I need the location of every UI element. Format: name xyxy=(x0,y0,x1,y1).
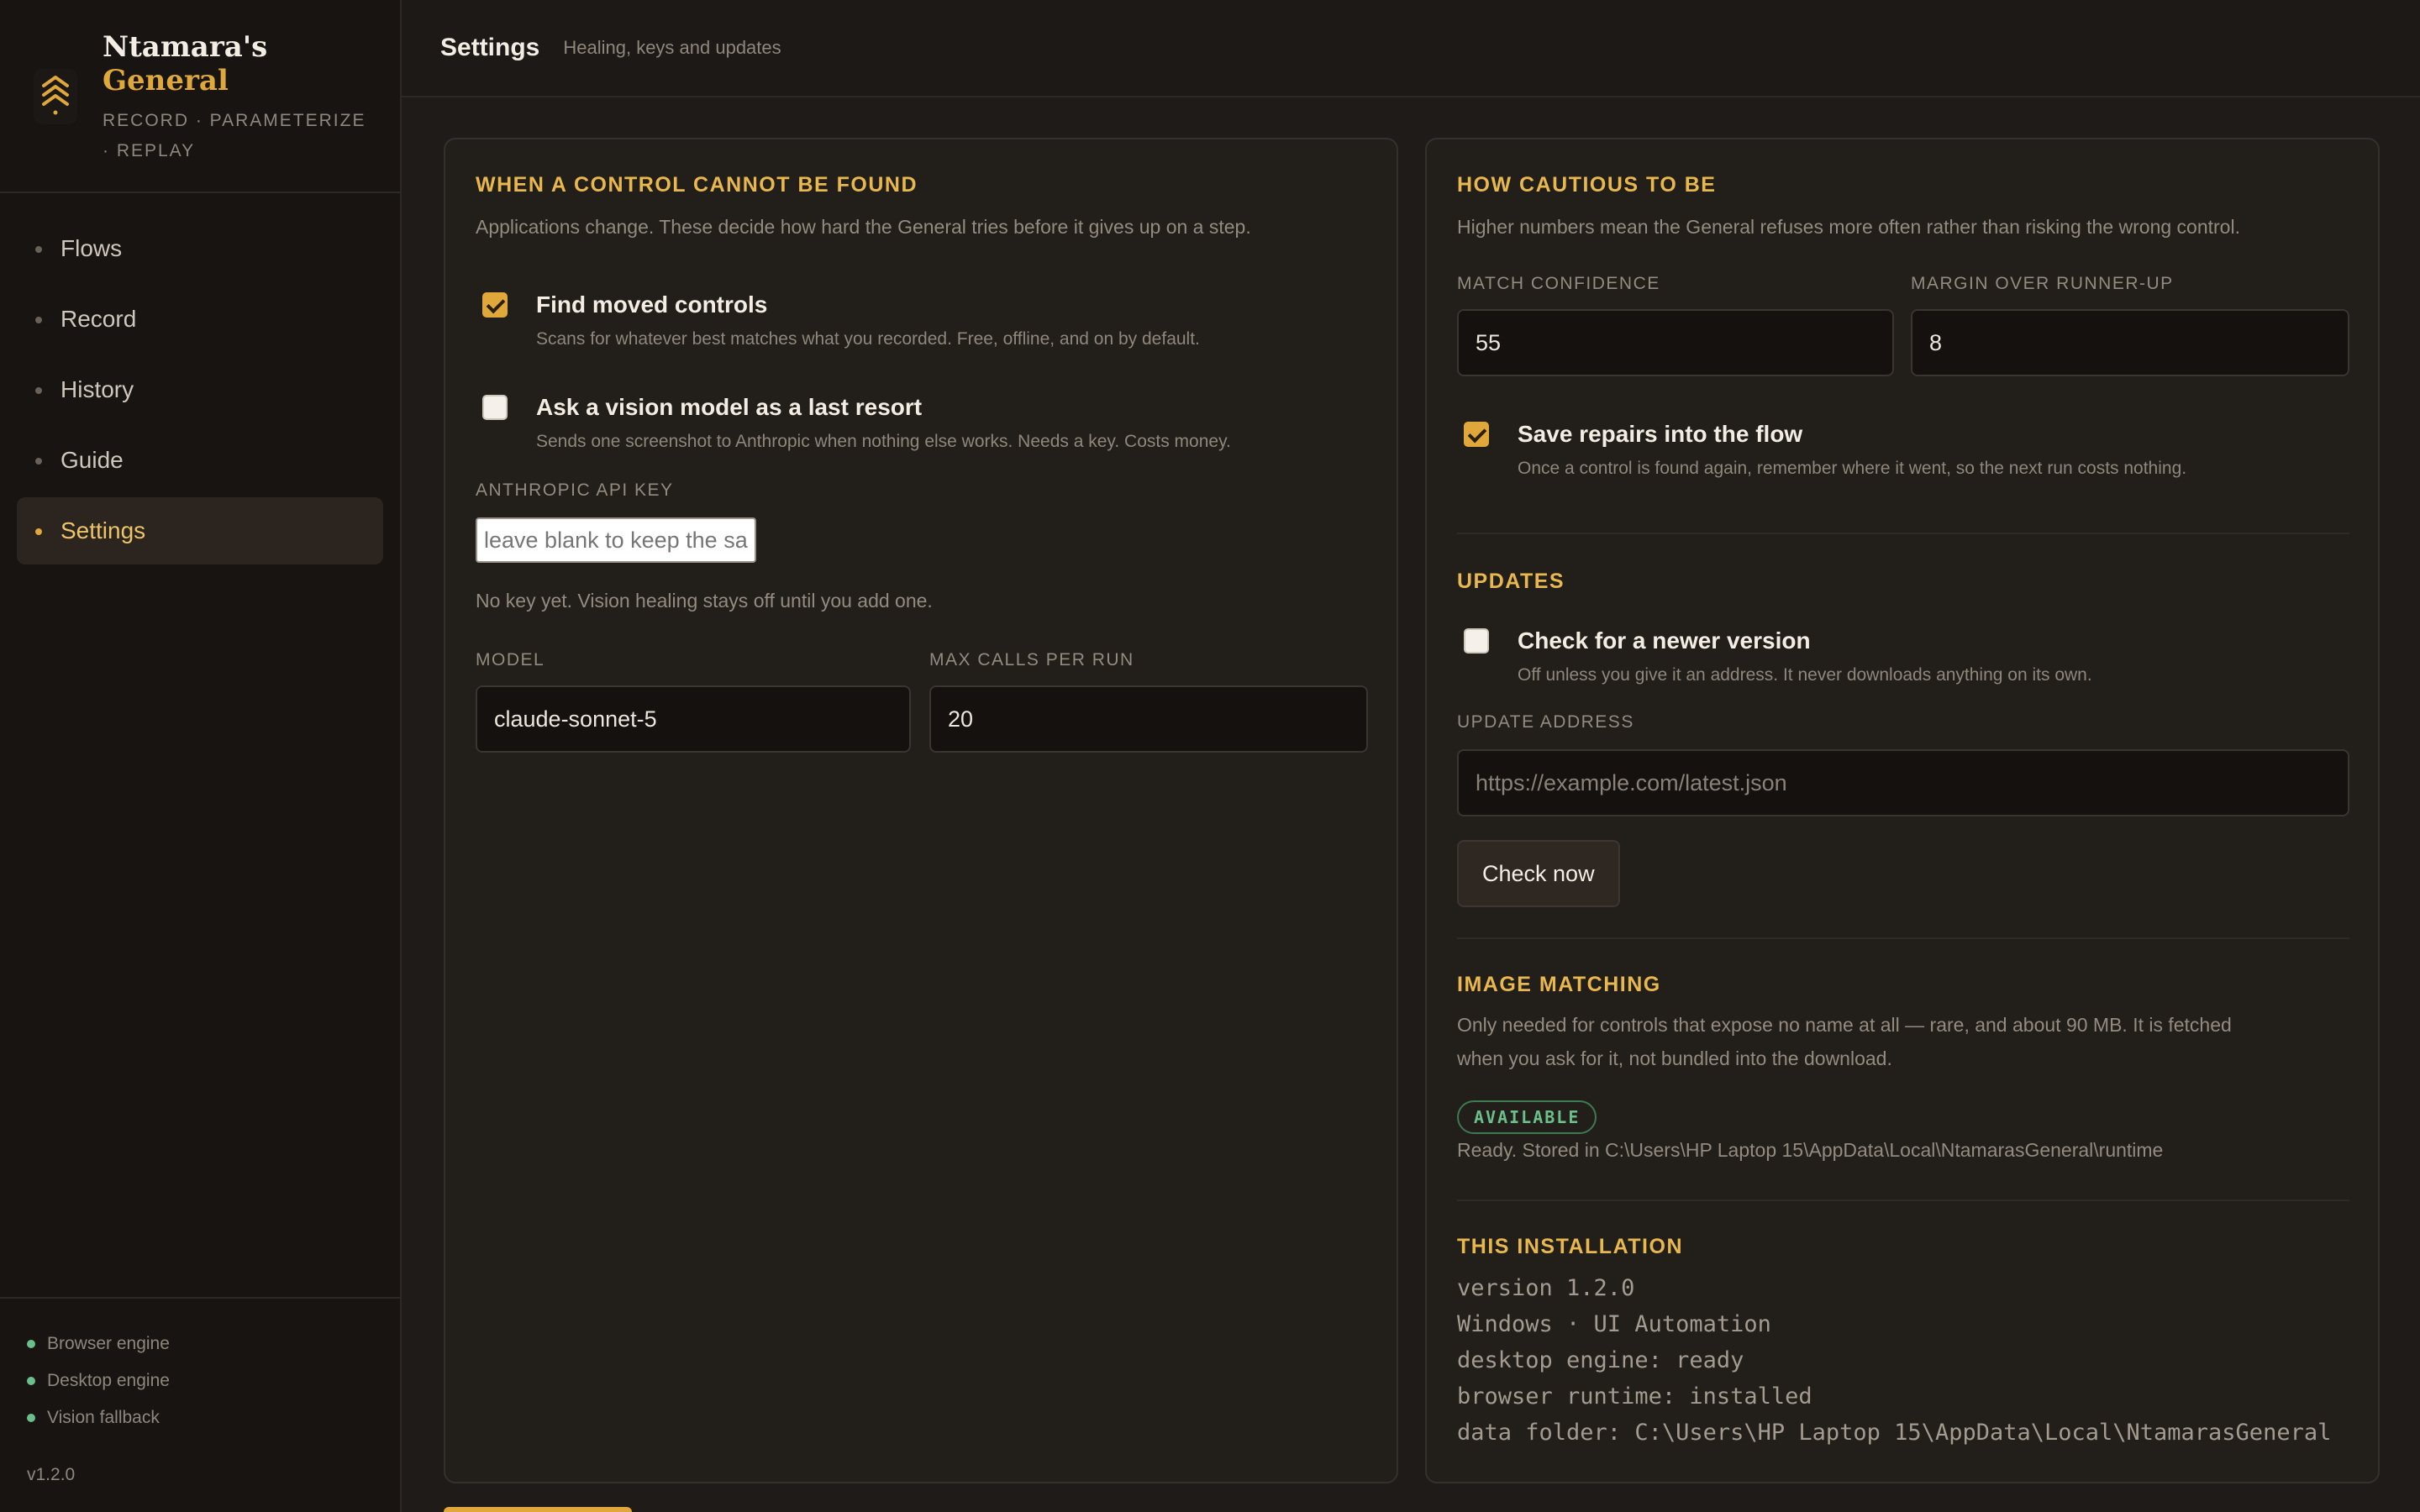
sidebar-item-flows[interactable]: Flows xyxy=(17,215,383,282)
page-header: Settings Healing, keys and updates xyxy=(402,0,2420,97)
bullet-icon xyxy=(35,528,42,535)
image-matching-status: Ready. Stored in C:\Users\HP Laptop 15\A… xyxy=(1457,1139,2164,1161)
engine-label: Browser engine xyxy=(47,1334,170,1353)
find-moved-label: Find moved controls xyxy=(536,291,768,318)
divider xyxy=(1457,937,2349,939)
app-name-line2: General xyxy=(103,64,229,97)
engine-label: Vision fallback xyxy=(47,1408,160,1427)
sidebar: Ntamara's General RECORD · PARAMETERIZE … xyxy=(0,0,402,1512)
installation-line-data-folder: data folder: C:\Users\HP Laptop 15\AppDa… xyxy=(1457,1420,2332,1446)
engine-status-browser: Browser engine xyxy=(27,1326,400,1362)
find-moved-option: Find moved controls Scans for whatever b… xyxy=(482,291,1200,349)
vision-option: Ask a vision model as a last resort Send… xyxy=(482,393,1231,452)
margin-label: Margin over runner-up xyxy=(1911,274,2174,293)
sidebar-item-label: Record xyxy=(60,306,137,332)
settings-right-card: How cautious to be Higher numbers mean t… xyxy=(1425,138,2380,1483)
update-address-label: Update address xyxy=(1457,712,1634,732)
save-repairs-label: Save repairs into the flow xyxy=(1518,421,1803,447)
installation-line-platform: Windows · UI Automation xyxy=(1457,1311,1771,1337)
engine-status-panel: Browser engine Desktop engine Vision fal… xyxy=(0,1297,400,1512)
main-content: Settings Healing, keys and updates When … xyxy=(402,0,2420,1512)
sidebar-item-record[interactable]: Record xyxy=(17,286,383,353)
check-newer-text: Check for a newer version Off unless you… xyxy=(1518,627,2092,685)
brand: Ntamara's General RECORD · PARAMETERIZE … xyxy=(0,0,400,193)
sidebar-nav: Flows Record History Guide Settings xyxy=(17,215,383,568)
status-dot-icon xyxy=(27,1377,35,1385)
updates-section-title: Updates xyxy=(1457,570,1565,593)
check-now-button[interactable]: Check now xyxy=(1457,840,1620,907)
save-button-edge[interactable] xyxy=(444,1507,632,1512)
engine-label: Desktop engine xyxy=(47,1371,170,1390)
status-badge: AVAILABLE xyxy=(1457,1100,1597,1134)
bullet-icon xyxy=(35,317,42,323)
sidebar-item-history[interactable]: History xyxy=(17,356,383,423)
image-matching-description-line2: when you ask for it, not bundled into th… xyxy=(1457,1047,1892,1069)
api-key-input[interactable] xyxy=(476,517,756,563)
sidebar-item-label: Guide xyxy=(60,447,124,473)
caution-section-description: Higher numbers mean the General refuses … xyxy=(1457,216,2240,238)
vision-label: Ask a vision model as a last resort xyxy=(536,394,923,420)
healing-section-title: When a control cannot be found xyxy=(476,173,918,197)
save-repairs-option: Save repairs into the flow Once a contro… xyxy=(1464,420,2186,479)
engine-status-vision: Vision fallback xyxy=(27,1399,400,1436)
check-newer-checkbox[interactable] xyxy=(1464,628,1489,654)
vision-hint: Sends one screenshot to Anthropic when n… xyxy=(536,432,1231,451)
sidebar-item-settings[interactable]: Settings xyxy=(17,497,383,564)
app-name: Ntamara's General xyxy=(103,30,267,97)
status-dot-icon xyxy=(27,1340,35,1348)
healing-section-description: Applications change. These decide how ha… xyxy=(476,216,1251,238)
app-root: Ntamara's General RECORD · PARAMETERIZE … xyxy=(0,0,2420,1512)
bullet-icon xyxy=(35,246,42,253)
confidence-label: Match confidence xyxy=(1457,274,1660,293)
installation-line-version: version 1.2.0 xyxy=(1457,1275,1635,1301)
max-calls-input[interactable] xyxy=(929,685,1368,753)
installation-line-browser-runtime: browser runtime: installed xyxy=(1457,1383,1812,1410)
installation-section-title: This installation xyxy=(1457,1235,1683,1258)
page-subtitle: Healing, keys and updates xyxy=(563,37,781,58)
app-name-line1: Ntamara's xyxy=(103,30,268,64)
check-newer-label: Check for a newer version xyxy=(1518,627,1811,654)
page-title: Settings xyxy=(440,34,540,61)
api-key-label: Anthropic API key xyxy=(476,480,674,500)
find-moved-hint: Scans for whatever best matches what you… xyxy=(536,329,1200,349)
sidebar-item-label: Flows xyxy=(60,235,123,261)
check-newer-hint: Off unless you give it an address. It ne… xyxy=(1518,665,2092,685)
installation-line-desktop-engine: desktop engine: ready xyxy=(1457,1347,1744,1373)
image-matching-description-line1: Only needed for controls that expose no … xyxy=(1457,1014,2232,1036)
bullet-icon xyxy=(35,458,42,465)
find-moved-text: Find moved controls Scans for whatever b… xyxy=(536,291,1200,349)
bullet-icon xyxy=(35,387,42,394)
chevron-rank-icon xyxy=(34,69,77,124)
check-newer-option: Check for a newer version Off unless you… xyxy=(1464,627,2092,685)
divider xyxy=(1457,533,2349,534)
find-moved-checkbox[interactable] xyxy=(482,292,508,318)
app-tagline: RECORD · PARAMETERIZE · REPLAY xyxy=(103,111,366,160)
api-key-status: No key yet. Vision healing stays off unt… xyxy=(476,590,933,612)
sidebar-item-label: Settings xyxy=(60,517,146,543)
status-dot-icon xyxy=(27,1414,35,1422)
confidence-input[interactable] xyxy=(1457,309,1894,376)
sidebar-item-guide[interactable]: Guide xyxy=(17,427,383,494)
save-repairs-hint: Once a control is found again, remember … xyxy=(1518,459,2187,478)
margin-input[interactable] xyxy=(1911,309,2349,376)
image-matching-section-title: Image matching xyxy=(1457,973,1661,996)
vision-text: Ask a vision model as a last resort Send… xyxy=(536,393,1231,452)
save-repairs-checkbox[interactable] xyxy=(1464,422,1489,447)
app-version: v1.2.0 xyxy=(27,1465,76,1484)
divider xyxy=(1457,1200,2349,1201)
caution-section-title: How cautious to be xyxy=(1457,173,1717,197)
engine-status-desktop: Desktop engine xyxy=(27,1362,400,1399)
model-input[interactable] xyxy=(476,685,911,753)
update-address-input[interactable] xyxy=(1457,749,2349,816)
save-repairs-text: Save repairs into the flow Once a contro… xyxy=(1518,420,2186,479)
healing-card: When a control cannot be found Applicati… xyxy=(444,138,1398,1483)
model-label: Model xyxy=(476,650,545,669)
max-calls-label: Max calls per run xyxy=(929,650,1134,669)
sidebar-item-label: History xyxy=(60,376,134,402)
vision-checkbox[interactable] xyxy=(482,395,508,420)
